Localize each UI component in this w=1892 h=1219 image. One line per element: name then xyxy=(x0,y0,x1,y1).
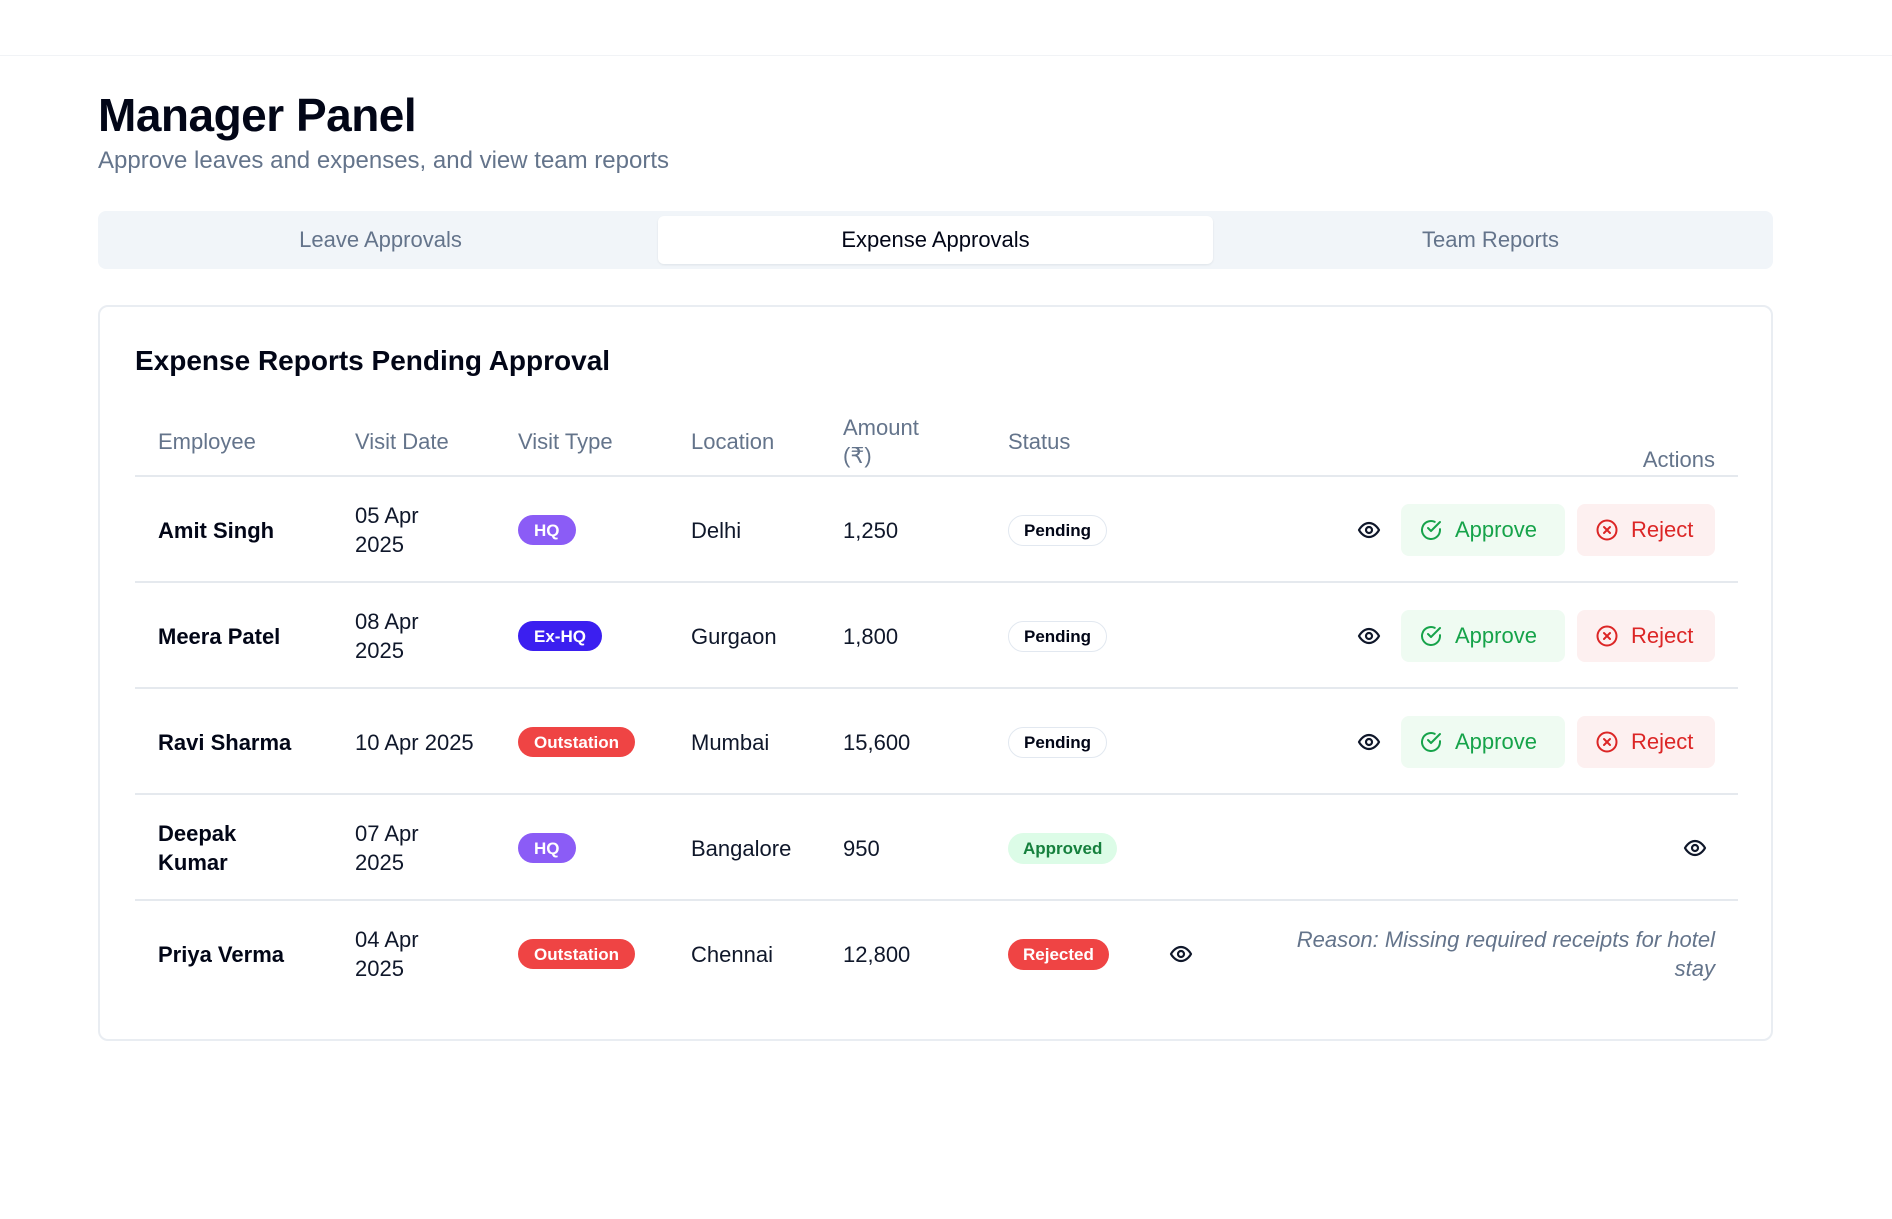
eye-icon xyxy=(1683,839,1707,857)
table-row: Amit Singh 05 Apr 2025 HQ Delhi 1,250 Pe… xyxy=(135,477,1738,583)
amount: 1,800 xyxy=(843,623,899,649)
approve-button[interactable]: Approve xyxy=(1401,504,1565,556)
approve-label: Approve xyxy=(1455,517,1537,542)
location: Mumbai xyxy=(691,729,770,755)
header-amount: Amount (₹) xyxy=(843,415,919,468)
employee-name: Meera Patel xyxy=(158,623,281,649)
view-button[interactable] xyxy=(1161,934,1201,974)
expense-table: Employee Visit Date Visit Type Location … xyxy=(135,407,1738,1007)
visit-type-badge: HQ xyxy=(518,515,576,545)
check-circle-icon xyxy=(1421,520,1441,540)
status-badge: Approved xyxy=(1008,832,1118,864)
status-badge: Rejected xyxy=(1008,938,1109,970)
page-title: Manager Panel xyxy=(98,89,417,141)
top-bar xyxy=(0,0,1892,56)
location: Gurgaon xyxy=(691,623,777,649)
visit-date: 04 Apr 2025 xyxy=(355,927,419,981)
location: Chennai xyxy=(691,941,773,967)
page-header: Manager Panel Approve leaves and expense… xyxy=(98,88,669,176)
tab-expense-approvals[interactable]: Expense Approvals xyxy=(658,216,1213,264)
approve-button[interactable]: Approve xyxy=(1401,610,1565,662)
table-header: Employee Visit Date Visit Type Location … xyxy=(135,407,1738,477)
page-subtitle: Approve leaves and expenses, and view te… xyxy=(98,147,669,174)
status-badge: Pending xyxy=(1008,514,1108,546)
table-row: Deepak Kumar 07 Apr 2025 HQ Bangalore 95… xyxy=(135,795,1738,901)
view-button[interactable] xyxy=(1675,828,1715,868)
tab-bar: Leave Approvals Expense Approvals Team R… xyxy=(98,211,1773,269)
reject-button[interactable]: Reject xyxy=(1577,610,1715,662)
approve-label: Approve xyxy=(1455,729,1537,754)
employee-name: Amit Singh xyxy=(158,517,275,543)
amount: 1,250 xyxy=(843,517,899,543)
row-actions: Approve Reject xyxy=(1349,583,1715,689)
employee-name: Deepak Kumar xyxy=(158,821,237,875)
table-row: Meera Patel 08 Apr 2025 Ex-HQ Gurgaon 1,… xyxy=(135,583,1738,689)
row-actions xyxy=(1675,795,1715,901)
row-actions: Approve Reject xyxy=(1349,689,1715,795)
eye-icon xyxy=(1357,733,1381,751)
visit-date: 10 Apr 2025 xyxy=(355,729,474,755)
rejection-reason-text: Reason: Missing required receipts for ho… xyxy=(1296,927,1715,981)
card-title: Expense Reports Pending Approval xyxy=(135,345,611,376)
x-circle-icon xyxy=(1596,625,1618,647)
header-visit-type: Visit Type xyxy=(518,429,613,454)
reject-label: Reject xyxy=(1631,729,1694,754)
check-circle-icon xyxy=(1421,626,1441,646)
visit-date: 08 Apr 2025 xyxy=(355,609,419,663)
approve-button[interactable]: Approve xyxy=(1401,716,1565,768)
table-row: Priya Verma 04 Apr 2025 Outstation Chenn… xyxy=(135,901,1738,1007)
table-row: Ravi Sharma 10 Apr 2025 Outstation Mumba… xyxy=(135,689,1738,795)
rejection-reason: Reason: Missing required receipts for ho… xyxy=(1275,901,1715,1007)
visit-type-badge: Outstation xyxy=(518,727,635,757)
location: Bangalore xyxy=(691,835,792,861)
x-circle-icon xyxy=(1596,519,1618,541)
expense-approvals-card: Expense Reports Pending Approval Employe… xyxy=(98,305,1773,1041)
visit-date: 07 Apr 2025 xyxy=(355,821,419,875)
header-visit-date: Visit Date xyxy=(355,429,449,454)
tab-team-reports[interactable]: Team Reports xyxy=(1213,216,1768,264)
employee-name: Priya Verma xyxy=(158,941,284,967)
header-location: Location xyxy=(691,429,775,454)
visit-date: 05 Apr 2025 xyxy=(355,503,419,557)
eye-icon xyxy=(1169,945,1193,963)
status-badge: Pending xyxy=(1008,726,1108,758)
amount: 15,600 xyxy=(843,729,911,755)
view-button[interactable] xyxy=(1349,510,1389,550)
tab-leave-approvals[interactable]: Leave Approvals xyxy=(103,216,658,264)
header-employee: Employee xyxy=(158,429,256,454)
employee-name: Ravi Sharma xyxy=(158,729,292,755)
header-status: Status xyxy=(1008,429,1071,454)
visit-type-badge: Outstation xyxy=(518,939,635,969)
amount: 12,800 xyxy=(843,941,911,967)
visit-type-badge: HQ xyxy=(518,833,576,863)
reject-button[interactable]: Reject xyxy=(1577,504,1715,556)
view-button[interactable] xyxy=(1349,616,1389,656)
reject-label: Reject xyxy=(1631,623,1694,648)
location: Delhi xyxy=(691,517,742,543)
x-circle-icon xyxy=(1596,731,1618,753)
view-button[interactable] xyxy=(1349,722,1389,762)
amount: 950 xyxy=(843,835,880,861)
check-circle-icon xyxy=(1421,732,1441,752)
reject-button[interactable]: Reject xyxy=(1577,716,1715,768)
status-badge: Pending xyxy=(1008,620,1108,652)
reject-label: Reject xyxy=(1631,517,1694,542)
eye-icon xyxy=(1357,627,1381,645)
eye-icon xyxy=(1357,521,1381,539)
visit-type-badge: Ex-HQ xyxy=(518,621,602,651)
approve-label: Approve xyxy=(1455,623,1537,648)
row-actions: Approve Reject xyxy=(1349,477,1715,583)
